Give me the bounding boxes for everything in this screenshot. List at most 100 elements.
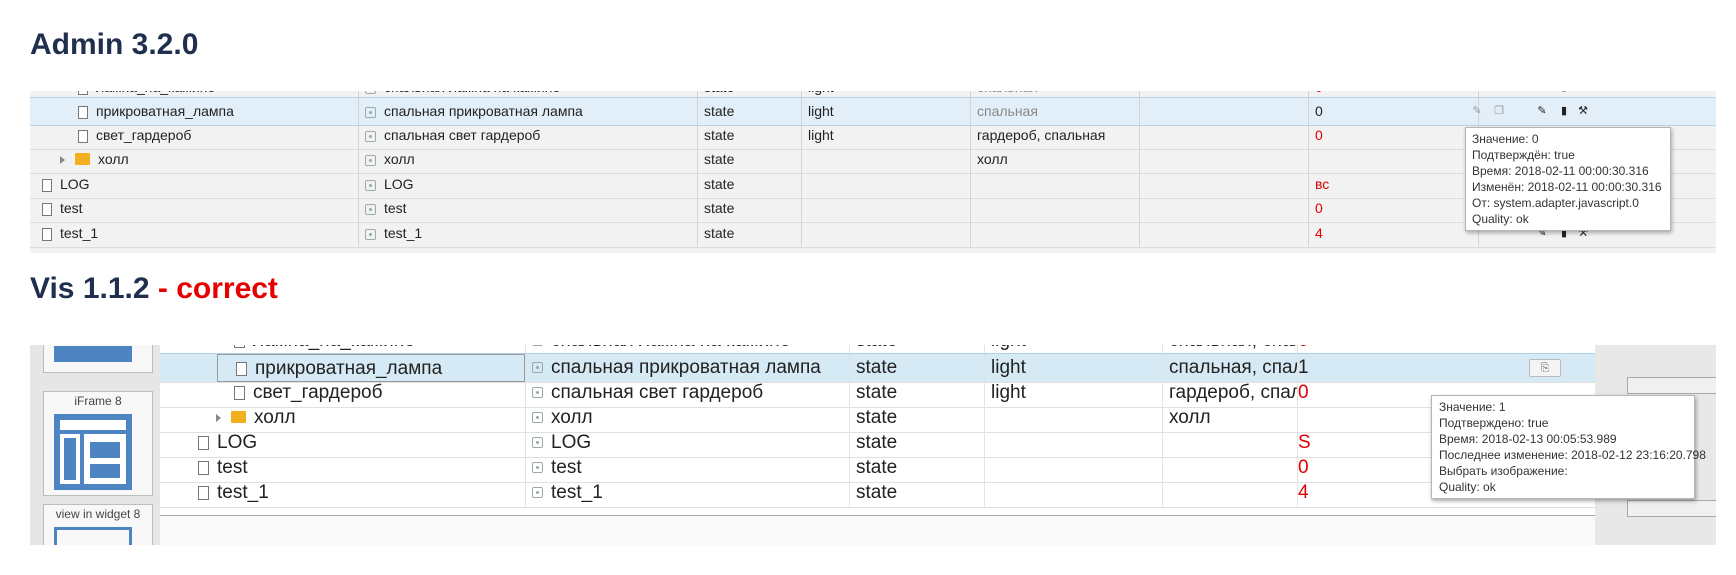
- cell-value: 0: [1308, 195, 1478, 222]
- cell-func: [1139, 122, 1308, 149]
- type-text: state: [856, 357, 898, 378]
- file-icon: [78, 129, 88, 143]
- trash-icon[interactable]: ▮: [1556, 103, 1572, 119]
- table-row[interactable]: testteststate0✎▮⚒: [30, 195, 1716, 223]
- role-text: light: [991, 345, 1026, 351]
- desc-text: test_1: [551, 482, 603, 503]
- folder-icon: [231, 410, 246, 423]
- cell-desc: спальная прикроватная лампа: [525, 354, 849, 382]
- table-row[interactable]: test_1 test_1 state 4: [160, 479, 1595, 508]
- state-icon: [365, 130, 376, 142]
- expand-arrow-icon[interactable]: [216, 413, 221, 422]
- file-icon: [198, 460, 209, 475]
- widget-tile-view-in-widget[interactable]: view in widget 8: [43, 504, 153, 545]
- name-text: лампа_на_камине: [253, 345, 415, 351]
- cell-room: [1162, 429, 1297, 457]
- cell-func: [1139, 220, 1308, 247]
- type-text: state: [856, 382, 898, 403]
- vis-value-tooltip: Значение: 1 Подтверждено: true Время: 2018…: [1431, 395, 1706, 499]
- cell-name: LOG: [160, 429, 525, 457]
- clipboard-icon[interactable]: ⎘: [1529, 359, 1561, 377]
- name-text: LOG: [60, 176, 90, 192]
- cell-room: [970, 220, 1139, 247]
- desc-text: холл: [551, 407, 593, 428]
- tooltip-line: Подтверждён: true: [1472, 148, 1575, 162]
- state-icon: [532, 462, 543, 474]
- wrench-icon[interactable]: ⚒: [1575, 103, 1591, 119]
- cell-name: холл: [160, 404, 525, 432]
- cell-func: [1139, 195, 1308, 222]
- edit-value-icon[interactable]: ✎: [1469, 103, 1485, 119]
- cell-type: state: [849, 479, 984, 507]
- cell-name: холл: [30, 146, 358, 173]
- cell-value: 0: [1308, 122, 1478, 149]
- cell-desc: test: [358, 195, 697, 222]
- cell-role: [984, 479, 1162, 507]
- type-text: state: [704, 103, 735, 119]
- type-text: state: [704, 151, 735, 167]
- cell-type: state: [697, 98, 801, 125]
- tooltip-line: Последнее изменение: 2018-02-12 23:16:20…: [1439, 448, 1706, 462]
- value-text: S: [1298, 432, 1311, 453]
- type-text: state: [704, 91, 734, 95]
- table-row[interactable]: test_1 test_1 state 4 ✎ ▮ ⚒: [30, 220, 1716, 248]
- file-icon: [234, 385, 245, 400]
- property-input[interactable]: [1627, 377, 1716, 394]
- desc-text: спальная свет гардероб: [551, 382, 764, 403]
- cell-role: light: [801, 122, 970, 149]
- name-text: прикроватная_лампа: [255, 358, 443, 379]
- vis-objects-table: лампа_на_камине спальная лампа на камине s…: [160, 345, 1595, 515]
- tooltip-line: Изменён: 2018-02-11 00:00:30.316: [1472, 180, 1662, 194]
- cell-room: холл: [970, 146, 1139, 173]
- tooltip-line: Quality: ok: [1439, 480, 1496, 494]
- cell-desc: test_1: [358, 220, 697, 247]
- cell-name: LOG: [30, 171, 358, 198]
- property-input[interactable]: [1627, 500, 1716, 517]
- name-text: LOG: [217, 432, 258, 453]
- file-icon: [42, 202, 52, 216]
- tooltip-line: Время: 2018-02-11 00:00:30.316: [1472, 164, 1649, 178]
- cell-room: [970, 195, 1139, 222]
- cell-desc: LOG: [358, 171, 697, 198]
- admin-heading: Admin 3.2.0: [30, 28, 199, 61]
- trash-icon[interactable]: ▮: [1556, 91, 1572, 95]
- value-text: вс: [1315, 176, 1330, 192]
- wrench-icon[interactable]: ⚒: [1575, 91, 1591, 95]
- desc-text: холл: [384, 151, 415, 167]
- room-text: спальная, спал: [1169, 357, 1297, 378]
- pencil-icon[interactable]: ✎: [1534, 91, 1550, 95]
- cell-role: [801, 195, 970, 222]
- widget-tile-0[interactable]: [43, 345, 153, 373]
- value-text: 4: [1315, 225, 1323, 241]
- tooltip-line: Значение: 0: [1472, 132, 1539, 146]
- name-text: свет_гардероб: [96, 127, 192, 143]
- desc-text: спальная свет гардероб: [384, 127, 541, 143]
- widget-label: view in widget 8: [55, 507, 141, 521]
- value-text: 1: [1298, 357, 1309, 378]
- pencil-icon[interactable]: ✎: [1534, 103, 1550, 119]
- table-row[interactable]: холлхоллstateхолл✎▮⚒: [30, 146, 1716, 174]
- room-text: гардероб, спал: [1169, 382, 1297, 403]
- cell-name: test_1: [160, 479, 525, 507]
- file-icon: [42, 227, 52, 241]
- cell-room: холл: [1162, 404, 1297, 432]
- cell-name: свет_гардероб: [160, 379, 525, 407]
- file-icon: [236, 361, 247, 376]
- value-text: 0: [1298, 457, 1309, 478]
- type-text: state: [856, 482, 898, 503]
- value-text: 0: [1315, 200, 1323, 216]
- cell-room: гардероб, спальная: [970, 122, 1139, 149]
- widget-tile-iframe[interactable]: iFrame 8: [43, 391, 153, 496]
- name-text: холл: [98, 151, 129, 167]
- room-text: холл: [1169, 407, 1211, 428]
- state-icon: [532, 437, 543, 449]
- file-icon: [198, 435, 209, 450]
- copy-value-icon[interactable]: ❐: [1491, 103, 1507, 119]
- desc-text: спальная прикроватная лампа: [551, 357, 821, 378]
- expand-arrow-icon[interactable]: [60, 156, 65, 165]
- name-text: test_1: [217, 482, 269, 503]
- state-icon: [365, 179, 376, 191]
- cell-value: вс: [1308, 171, 1478, 198]
- cell-name: свет_гардероб: [30, 122, 358, 149]
- cell-role: light: [984, 379, 1162, 407]
